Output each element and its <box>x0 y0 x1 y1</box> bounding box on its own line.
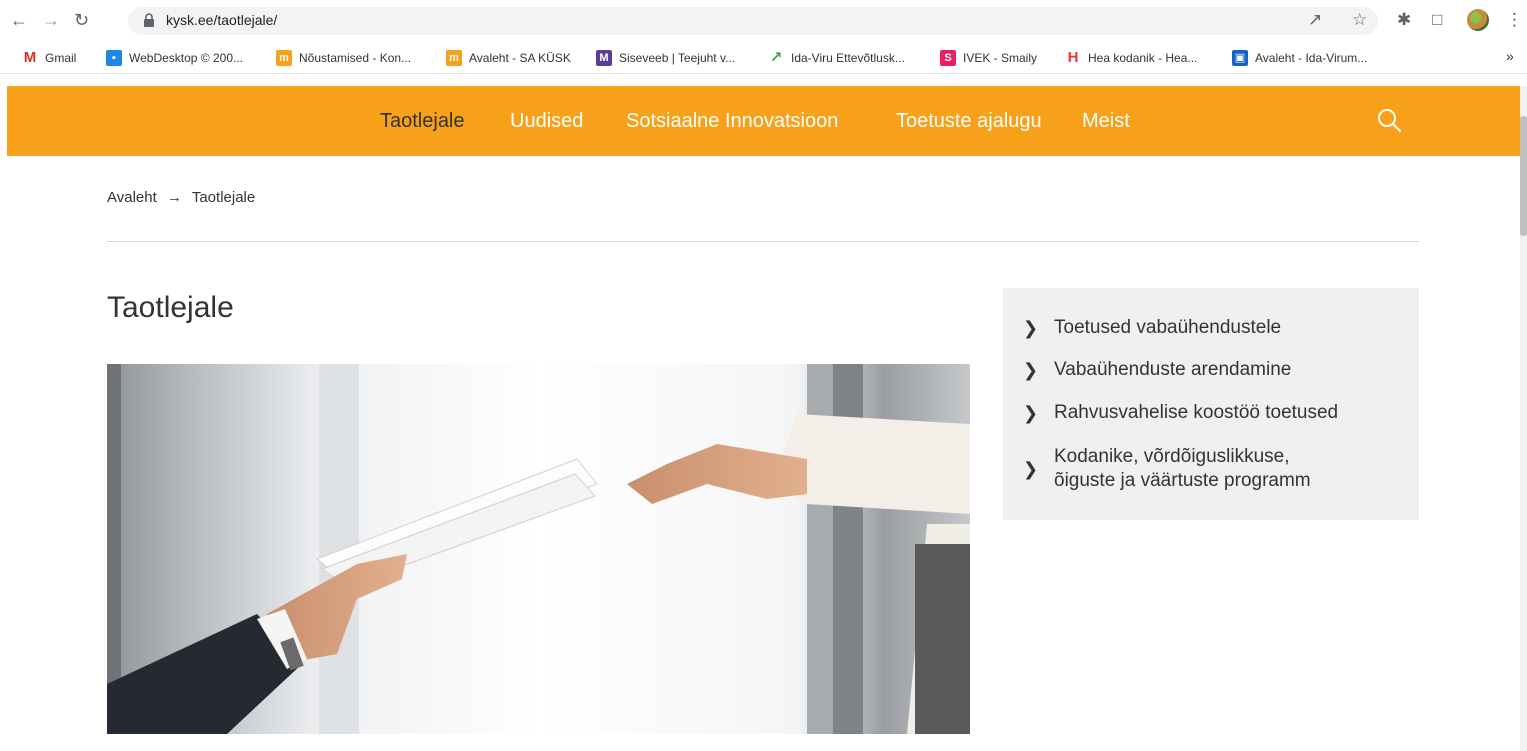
page-scrollbar[interactable] <box>1520 86 1527 751</box>
share-icon[interactable]: ↗ <box>1308 9 1322 31</box>
address-bar[interactable]: kysk.ee/taotlejale/ <box>128 7 1378 35</box>
bookmark-label: Avaleht - SA KÜSK <box>469 51 571 65</box>
search-icon[interactable] <box>1376 107 1402 133</box>
scrollbar-thumb[interactable] <box>1520 116 1527 236</box>
chevron-right-icon: ❯ <box>1023 403 1039 423</box>
bookmark-label: IVEK - Smaily <box>963 51 1038 65</box>
reload-icon[interactable]: ↻ <box>74 9 89 31</box>
kusk-icon: m <box>276 50 292 66</box>
breadcrumb: Avaleht → Taotlejale <box>107 189 255 206</box>
side-menu-item-label: Rahvusvahelise koostöö toetused <box>1054 402 1339 423</box>
breadcrumb-separator: → <box>166 189 182 206</box>
extensions-icon[interactable]: ✱ <box>1397 9 1411 31</box>
side-menu-item-label-line2: õiguste ja väärtuste programm <box>1054 470 1311 491</box>
gmail-icon: M <box>23 49 37 66</box>
bookmark-webdesktop[interactable]: ▪ WebDesktop © 200... <box>106 50 243 66</box>
side-panel-icon[interactable]: □ <box>1432 9 1442 31</box>
bookmark-noustamised[interactable]: m Nõustamised - Kon... <box>276 50 411 66</box>
bookmark-label: Avaleht - Ida-Virum... <box>1255 51 1368 65</box>
ida-viru-icon: ↗ <box>769 49 783 66</box>
chevron-right-icon: ❯ <box>1023 459 1039 479</box>
ida-virumaa-icon: ▣ <box>1232 50 1248 66</box>
bookmark-label: WebDesktop © 200... <box>129 51 244 65</box>
profile-avatar[interactable] <box>1467 9 1489 31</box>
bookmark-label: Siseveeb | Teejuht v... <box>619 51 736 65</box>
chevron-right-icon: ❯ <box>1023 318 1039 338</box>
bookmarks-bar: M Gmail ▪ WebDesktop © 200... m Nõustami… <box>0 42 1527 74</box>
bookmark-smaily[interactable]: S IVEK - Smaily <box>940 50 1037 66</box>
bookmark-kusk[interactable]: m Avaleht - SA KÜSK <box>446 50 571 66</box>
bookmark-ida-viru[interactable]: ↗ Ida-Viru Ettevõtlusk... <box>768 50 905 66</box>
side-menu-item-label: Toetused vabaühendustele <box>1054 317 1282 338</box>
side-menu-item-kodanike[interactable]: ❯ Kodanike, võrdõiguslikkuse, õiguste ja… <box>1023 445 1311 493</box>
bookmark-label: Hea kodanik - Hea... <box>1088 51 1198 65</box>
nav-taotlejale[interactable]: Taotlejale <box>380 110 465 133</box>
side-menu-item-rahvusvaheline[interactable]: ❯ Rahvusvahelise koostöö toetused <box>1023 401 1338 425</box>
side-menu-item-label-line1: Kodanike, võrdõiguslikkuse, <box>1054 446 1290 467</box>
bookmark-label: Gmail <box>45 51 77 65</box>
nav-toetuste-ajalugu[interactable]: Toetuste ajalugu <box>896 110 1042 133</box>
hero-image <box>107 364 970 734</box>
url-text: kysk.ee/taotlejale/ <box>166 12 278 28</box>
breadcrumb-current: Taotlejale <box>191 189 256 206</box>
side-menu-item-arendamine[interactable]: ❯ Vabaühenduste arendamine <box>1023 358 1291 382</box>
hands-exchanging-documents-image <box>107 364 970 734</box>
back-icon[interactable]: ← <box>10 9 28 31</box>
bookmark-label: Nõustamised - Kon... <box>299 51 412 65</box>
breadcrumb-home[interactable]: Avaleht <box>107 189 157 206</box>
chevron-right-icon: ❯ <box>1023 360 1039 380</box>
bookmark-ida-virumaa[interactable]: ▣ Avaleht - Ida-Virum... <box>1232 50 1367 66</box>
page-title: Taotlejale <box>107 291 234 324</box>
menu-kebab-icon[interactable]: ⋮ <box>1506 9 1523 31</box>
siseveeb-icon: M <box>596 50 612 66</box>
side-menu-item-label: Kodanike, võrdõiguslikkuse, õiguste ja v… <box>1054 445 1311 493</box>
side-menu-item-toetused[interactable]: ❯ Toetused vabaühendustele <box>1023 316 1281 340</box>
side-menu: ❯ Toetused vabaühendustele ❯ Vabaühendus… <box>1003 288 1419 520</box>
browser-toolbar: ← → ↻ kysk.ee/taotlejale/ ↗ ☆ ✱ □ ⋮ <box>0 0 1527 42</box>
kusk-icon: m <box>446 50 462 66</box>
nav-uudised[interactable]: Uudised <box>510 110 583 133</box>
bookmark-label: Ida-Viru Ettevõtlusk... <box>791 51 905 65</box>
smaily-icon: S <box>940 50 956 66</box>
webdesktop-icon: ▪ <box>106 50 122 66</box>
forward-icon[interactable]: → <box>42 9 60 31</box>
bookmark-star-icon[interactable]: ☆ <box>1352 9 1367 31</box>
nav-meist[interactable]: Meist <box>1082 110 1130 133</box>
nav-sotsiaalne-innovatsioon[interactable]: Sotsiaalne Innovatsioon <box>626 110 838 133</box>
hea-kodanik-icon: H <box>1067 49 1079 66</box>
side-menu-item-label: Vabaühenduste arendamine <box>1054 359 1292 380</box>
bookmark-hea-kodanik[interactable]: H Hea kodanik - Hea... <box>1065 49 1198 66</box>
bookmark-siseveeb[interactable]: M Siseveeb | Teejuht v... <box>596 50 735 66</box>
site-header-nav: Taotlejale Uudised Sotsiaalne Innovatsio… <box>7 86 1520 156</box>
divider <box>107 241 1419 242</box>
bookmark-gmail[interactable]: M Gmail <box>22 49 77 66</box>
lock-icon <box>144 13 154 27</box>
bookmarks-overflow-button[interactable]: » <box>1506 48 1514 64</box>
